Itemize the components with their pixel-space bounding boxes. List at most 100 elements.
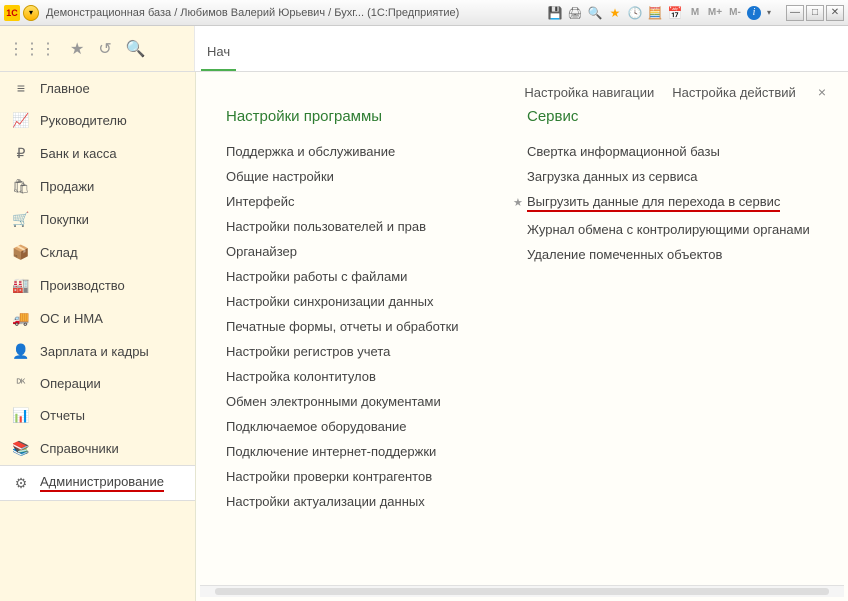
menu-icon: ≡ — [12, 80, 30, 96]
sidebar-item-label: Склад — [40, 245, 78, 260]
content-header: Настройка навигации Настройка действий × — [196, 72, 848, 108]
list-item[interactable]: Настройки актуализации данных — [226, 489, 527, 514]
list-item[interactable]: Подключение интернет-поддержки — [226, 439, 527, 464]
list-item[interactable]: Настройка колонтитулов — [226, 364, 527, 389]
close-panel-button[interactable]: × — [814, 84, 830, 100]
list-item[interactable]: Общие настройки — [226, 164, 527, 189]
minimize-button[interactable]: — — [786, 5, 804, 21]
sidebar-item-assets[interactable]: 🚚 ОС и НМА — [0, 302, 195, 335]
list-item-label: Выгрузить данные для перехода в сервис — [527, 194, 780, 209]
list-item[interactable]: Поддержка и обслуживание — [226, 139, 527, 164]
operations-icon: ᴰᴷ — [12, 378, 30, 389]
sidebar-item-label: Производство — [40, 278, 125, 293]
sidebar-item-warehouse[interactable]: 📦 Склад — [0, 236, 195, 269]
scroll-thumb[interactable] — [215, 588, 829, 595]
service-list: Свертка информационной базы Загрузка дан… — [527, 139, 828, 267]
sidebar-item-label: Продажи — [40, 179, 94, 194]
action-settings-link[interactable]: Настройка действий — [672, 85, 796, 100]
star-icon[interactable]: ★ — [70, 39, 84, 59]
sidebar-item-sales[interactable]: 🛍 Продажи — [0, 170, 195, 203]
list-item[interactable]: Загрузка данных из сервиса — [527, 164, 828, 189]
print-icon[interactable]: 🖨 — [567, 5, 583, 21]
list-item[interactable]: Журнал обмена с контролирующими органами — [527, 217, 828, 242]
window-title: Демонстрационная база / Любимов Валерий … — [42, 7, 544, 19]
memory-mminus-icon[interactable]: M- — [727, 5, 743, 21]
sidebar-item-label: Администрирование — [40, 474, 164, 492]
preview-icon[interactable]: 🔍 — [587, 5, 603, 21]
list-item[interactable]: Свертка информационной базы — [527, 139, 828, 164]
factory-icon: 🏭 — [12, 277, 30, 294]
sidebar: ≡ Главное 📈 Руководителю ₽ Банк и касса … — [0, 72, 195, 601]
info-dropdown-icon[interactable]: ▾ — [761, 5, 777, 21]
list-item[interactable]: Настройки работы с файлами — [226, 264, 527, 289]
sidebar-item-purchases[interactable]: 🛒 Покупки — [0, 203, 195, 236]
content-panel: Настройка навигации Настройка действий ×… — [195, 72, 848, 601]
sidebar-item-production[interactable]: 🏭 Производство — [0, 269, 195, 302]
sidebar-item-manager[interactable]: 📈 Руководителю — [0, 104, 195, 137]
search-icon[interactable]: 🔍 — [126, 39, 146, 59]
history-icon[interactable]: 🕓 — [627, 5, 643, 21]
list-item[interactable]: Настройки синхронизации данных — [226, 289, 527, 314]
list-item[interactable]: Удаление помеченных объектов — [527, 242, 828, 267]
program-settings-column: Настройки программы Поддержка и обслужив… — [226, 108, 527, 575]
sidebar-item-main[interactable]: ≡ Главное — [0, 72, 195, 104]
truck-icon: 🚚 — [12, 310, 30, 327]
tab-area: Нач — [195, 26, 236, 71]
list-item[interactable]: Настройки проверки контрагентов — [226, 464, 527, 489]
sidebar-item-label: Банк и касса — [40, 146, 117, 161]
apps-icon[interactable]: ⋮⋮⋮ — [8, 39, 56, 59]
reports-icon: 📊 — [12, 407, 30, 424]
list-item[interactable]: Настройки пользователей и прав — [226, 214, 527, 239]
list-item[interactable]: Органайзер — [226, 239, 527, 264]
favorite-icon[interactable]: ★ — [607, 5, 623, 21]
title-bar: 1C ▾ Демонстрационная база / Любимов Вал… — [0, 0, 848, 26]
info-icon[interactable]: i — [747, 6, 761, 20]
column-title: Настройки программы — [226, 108, 527, 125]
person-icon: 👤 — [12, 343, 30, 360]
sidebar-item-label: ОС и НМА — [40, 311, 103, 326]
memory-mplus-icon[interactable]: M+ — [707, 5, 723, 21]
sidebar-item-label: Зарплата и кадры — [40, 344, 149, 359]
list-item[interactable]: Настройки регистров учета — [226, 339, 527, 364]
topbar-left: ⋮⋮⋮ ★ ↺ 🔍 — [0, 26, 195, 71]
sidebar-item-label: Главное — [40, 81, 90, 96]
list-item[interactable]: Интерфейс — [226, 189, 527, 214]
list-item-highlighted[interactable]: ★ Выгрузить данные для перехода в сервис — [527, 189, 828, 217]
top-bar: ⋮⋮⋮ ★ ↺ 🔍 Нач — [0, 26, 848, 72]
app-icon: 1C — [4, 5, 20, 21]
list-item[interactable]: Печатные формы, отчеты и обработки — [226, 314, 527, 339]
save-icon[interactable]: 💾 — [547, 5, 563, 21]
main-area: ≡ Главное 📈 Руководителю ₽ Банк и касса … — [0, 72, 848, 601]
gear-icon: ⚙ — [12, 475, 30, 492]
sidebar-item-operations[interactable]: ᴰᴷ Операции — [0, 368, 195, 399]
maximize-button[interactable]: □ — [806, 5, 824, 21]
sidebar-item-catalogs[interactable]: 📚 Справочники — [0, 432, 195, 465]
app-menu-dropdown[interactable]: ▾ — [23, 5, 39, 21]
sidebar-item-label: Справочники — [40, 441, 119, 456]
nav-settings-link[interactable]: Настройка навигации — [524, 85, 654, 100]
star-marker-icon: ★ — [513, 196, 523, 209]
sidebar-item-bank[interactable]: ₽ Банк и касса — [0, 137, 195, 170]
column-title: Сервис — [527, 108, 828, 125]
content-columns: Настройки программы Поддержка и обслужив… — [196, 108, 848, 585]
sidebar-item-label: Операции — [40, 376, 101, 391]
list-item[interactable]: Подключаемое оборудование — [226, 414, 527, 439]
toolbar-icons: 💾 🖨 🔍 ★ 🕓 🧮 📅 M M+ M- i ▾ — [547, 5, 777, 21]
ruble-icon: ₽ — [12, 145, 30, 162]
sidebar-item-label: Покупки — [40, 212, 89, 227]
sidebar-item-reports[interactable]: 📊 Отчеты — [0, 399, 195, 432]
list-item[interactable]: Обмен электронными документами — [226, 389, 527, 414]
books-icon: 📚 — [12, 440, 30, 457]
calculator-icon[interactable]: 🧮 — [647, 5, 663, 21]
bag-icon: 🛍 — [12, 178, 30, 195]
sidebar-item-admin[interactable]: ⚙ Администрирование — [0, 465, 195, 501]
service-column: Сервис Свертка информационной базы Загру… — [527, 108, 828, 575]
sidebar-item-salary[interactable]: 👤 Зарплата и кадры — [0, 335, 195, 368]
calendar-icon[interactable]: 📅 — [667, 5, 683, 21]
sidebar-item-label: Руководителю — [40, 113, 127, 128]
tab-start[interactable]: Нач — [201, 34, 236, 71]
close-button[interactable]: ✕ — [826, 5, 844, 21]
memory-m-icon[interactable]: M — [687, 5, 703, 21]
horizontal-scrollbar[interactable] — [200, 585, 844, 597]
history-nav-icon[interactable]: ↺ — [98, 39, 111, 59]
